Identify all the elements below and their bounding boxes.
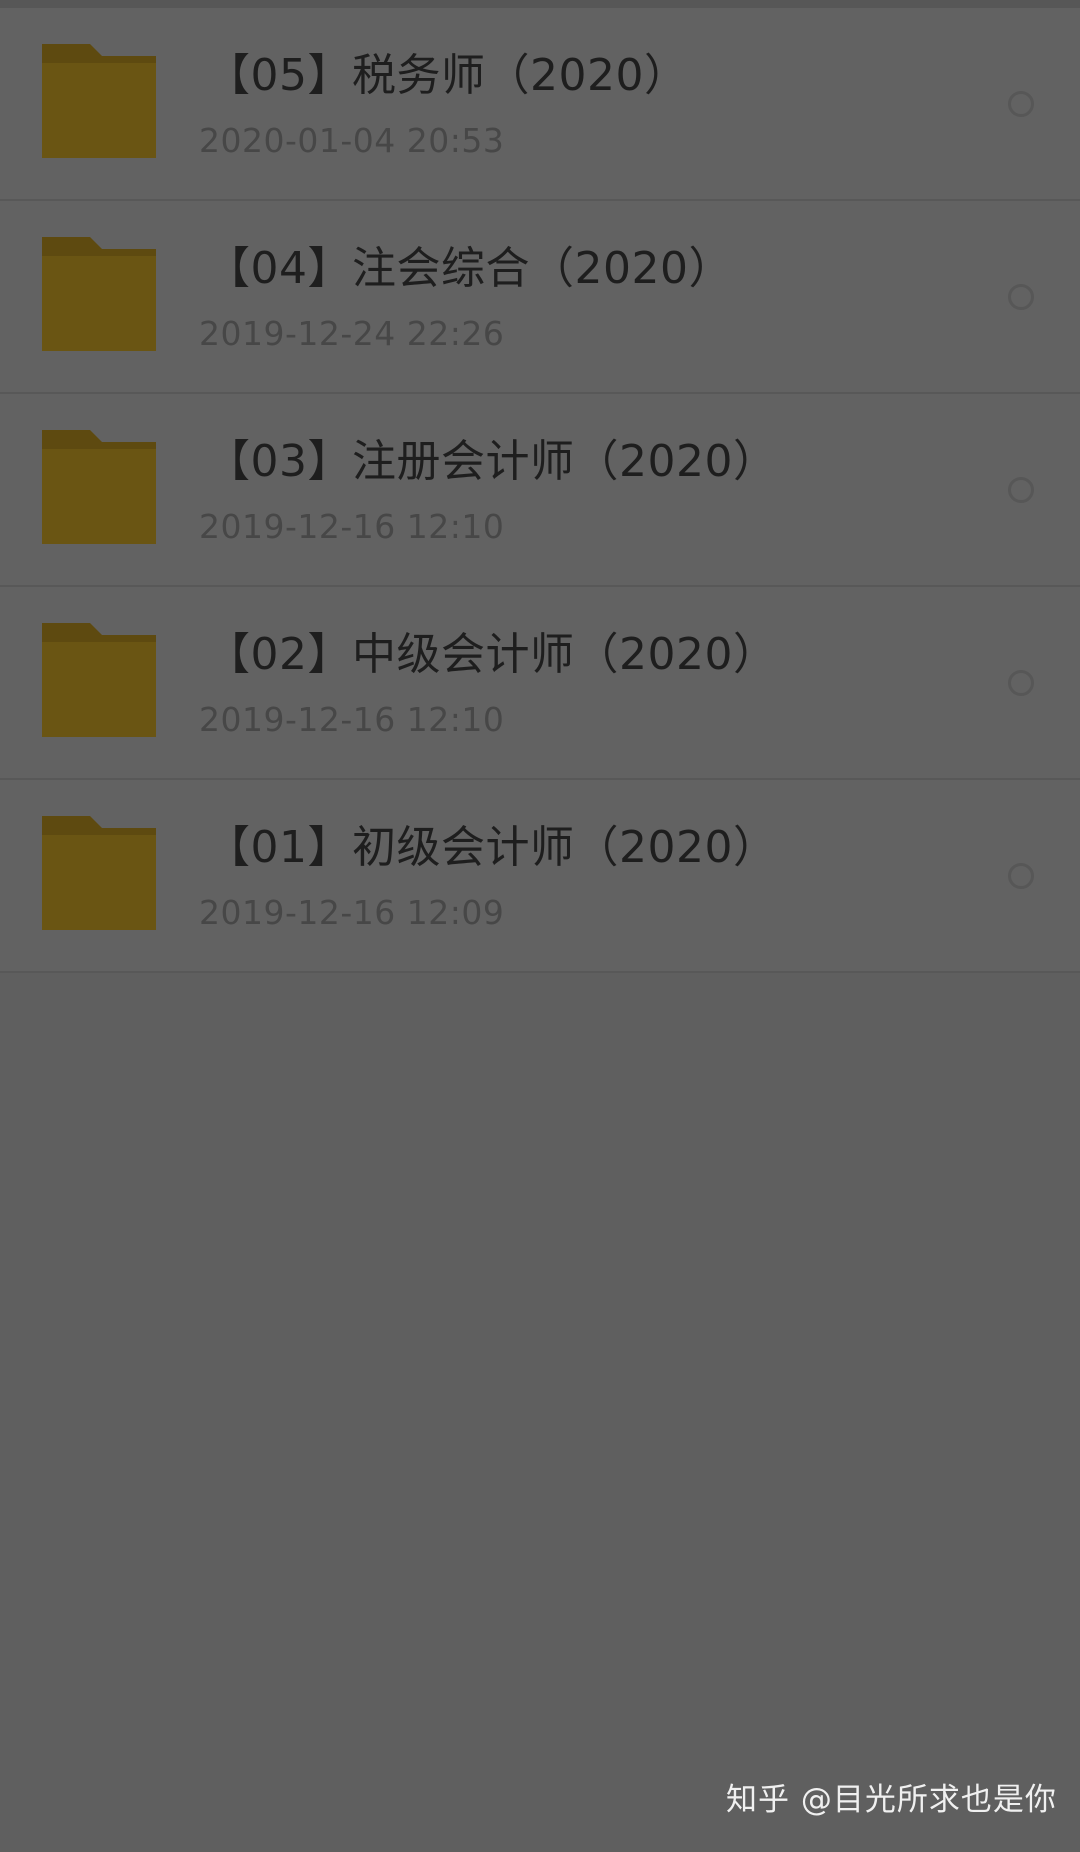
folder-icon xyxy=(42,816,156,930)
file-name: 【05】税务师（2020） xyxy=(206,50,689,101)
file-modified-date: 2019-12-16 12:10 xyxy=(199,507,505,546)
file-modified-date: 2020-01-04 20:53 xyxy=(199,121,505,160)
file-row[interactable]: 【02】中级会计师（2020） 2019-12-16 12:10 xyxy=(0,587,1080,780)
watermark: 知乎 @目光所求也是你 xyxy=(726,1782,1057,1818)
file-modified-date: 2019-12-16 12:09 xyxy=(199,893,505,932)
folder-icon xyxy=(42,44,156,158)
select-radio[interactable] xyxy=(1008,91,1034,117)
file-modified-date: 2019-12-24 22:26 xyxy=(199,314,505,353)
select-radio[interactable] xyxy=(1008,863,1034,889)
folder-icon xyxy=(42,430,156,544)
file-modified-date: 2019-12-16 12:10 xyxy=(199,700,505,739)
file-name: 【03】注册会计师（2020） xyxy=(206,436,778,487)
file-row[interactable]: 【01】初级会计师（2020） 2019-12-16 12:09 xyxy=(0,780,1080,973)
file-row[interactable]: 【05】税务师（2020） 2020-01-04 20:53 xyxy=(0,8,1080,201)
select-radio[interactable] xyxy=(1008,670,1034,696)
file-name: 【02】中级会计师（2020） xyxy=(206,629,778,680)
folder-icon xyxy=(42,237,156,351)
top-edge xyxy=(0,0,1080,8)
file-row[interactable]: 【04】注会综合（2020） 2019-12-24 22:26 xyxy=(0,201,1080,394)
select-radio[interactable] xyxy=(1008,477,1034,503)
file-list: 【05】税务师（2020） 2020-01-04 20:53 【04】注会综合（… xyxy=(0,8,1080,973)
file-name: 【04】注会综合（2020） xyxy=(206,243,733,294)
file-name: 【01】初级会计师（2020） xyxy=(206,822,778,873)
folder-icon xyxy=(42,623,156,737)
select-radio[interactable] xyxy=(1008,284,1034,310)
file-row[interactable]: 【03】注册会计师（2020） 2019-12-16 12:10 xyxy=(0,394,1080,587)
